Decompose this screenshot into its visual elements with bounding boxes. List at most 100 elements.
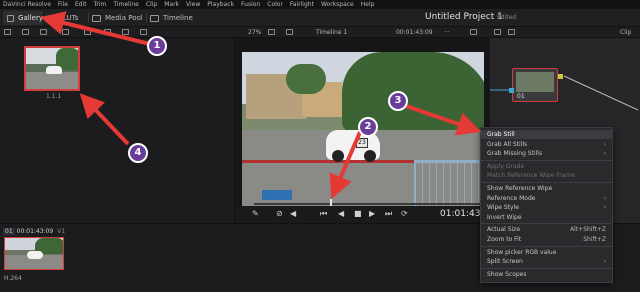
menu-item-timeline[interactable]: Timeline <box>113 0 139 9</box>
menu-item-workspace[interactable]: Workspace <box>321 0 354 9</box>
menu-item-show-reference-wipe[interactable]: Show Reference Wipe <box>481 184 612 193</box>
gallery-still-thumbnail[interactable] <box>24 46 80 91</box>
menu-item-grab-still[interactable]: Grab Still <box>481 130 612 139</box>
menu-item-label: Grab Still <box>487 131 515 138</box>
viewer-frame[interactable]: 23 <box>242 52 484 208</box>
timeline-button[interactable]: Timeline <box>150 11 193 25</box>
menu-item-playback[interactable]: Playback <box>207 0 234 9</box>
viewer-context-menu: Grab Still Grab All Stills › Grab Missing S… <box>480 127 613 283</box>
import-still-icon[interactable] <box>22 29 29 35</box>
menu-item-invert-wipe[interactable]: Invert Wipe <box>481 213 612 222</box>
menu-item-actual-size[interactable]: Actual Size Alt+Shift+Z <box>481 225 612 234</box>
menu-item-wipe-style[interactable]: Wipe Style › <box>481 203 612 212</box>
menu-item-clip[interactable]: Clip <box>146 0 157 9</box>
menu-item-mark[interactable]: Mark <box>164 0 179 9</box>
jump-end-icon[interactable]: ⏭ <box>385 209 392 219</box>
hand-icon[interactable] <box>508 29 515 35</box>
stop-icon[interactable]: ■ <box>354 209 362 219</box>
node-input-port[interactable] <box>509 88 514 93</box>
menu-item-fairlight[interactable]: Fairlight <box>290 0 314 9</box>
still-options-icon[interactable] <box>84 29 91 35</box>
menu-separator <box>481 267 612 269</box>
frame-road-sign <box>262 190 292 200</box>
media-pool-button[interactable]: Media Pool <box>92 11 143 25</box>
menu-item-zoom-to-fit[interactable]: Zoom to Fit Shift+Z <box>481 235 612 244</box>
viewer-timecode: 00:01:43:09 <box>396 29 433 36</box>
gallery-button[interactable]: Gallery <box>3 11 43 25</box>
frame-rally-car: 23 <box>326 130 380 162</box>
sort-icon[interactable] <box>122 29 129 35</box>
luts-icon <box>50 14 59 22</box>
menu-item-color[interactable]: Color <box>267 0 283 9</box>
menu-item-view[interactable]: View <box>186 0 200 9</box>
menu-item-grab-missing-stills[interactable]: Grab Missing Stills › <box>481 149 612 158</box>
list-view-icon[interactable] <box>62 29 69 35</box>
magic-wand-icon[interactable] <box>286 29 293 35</box>
audio-icon[interactable]: ◀ <box>290 209 296 219</box>
clip-timecode: 00:01:43:09 <box>16 228 54 235</box>
timeline-icon <box>150 14 159 22</box>
menu-item-label: Grab All Stills <box>487 140 528 148</box>
split-icon[interactable] <box>104 29 111 35</box>
chevron-right-icon: › <box>603 194 606 202</box>
menu-item-label: Grab Missing Stills <box>487 150 543 158</box>
menu-item-trim[interactable]: Trim <box>94 0 107 9</box>
loop-icon[interactable]: ⟳ <box>401 209 408 219</box>
highlight-icon[interactable] <box>470 29 477 35</box>
node-output-port[interactable] <box>558 74 563 79</box>
menu-item-grab-all-stills[interactable]: Grab All Stills › <box>481 140 612 149</box>
menu-item-show-scopes[interactable]: Show Scopes <box>481 270 612 279</box>
toolbar-divider <box>146 13 147 23</box>
toolbar-divider <box>46 13 47 23</box>
menu-item-file[interactable]: File <box>58 0 68 9</box>
menu-bar: DaVinci Resolve File Edit Trim Timeline … <box>0 0 640 9</box>
jump-start-icon[interactable]: ⏮ <box>320 209 327 219</box>
project-title: Untitled Project 1 <box>425 12 503 22</box>
menu-item-label: Show picker RGB value <box>487 248 557 256</box>
gallery-label: Gallery <box>18 14 43 22</box>
menu-item-fusion[interactable]: Fusion <box>241 0 260 9</box>
viewer-scrubber[interactable] <box>254 203 484 205</box>
color-picker-icon[interactable]: ✎ <box>252 209 259 219</box>
media-pool-icon <box>92 14 101 22</box>
menu-item-shortcut: Shift+Z <box>583 236 606 243</box>
clip-thumbnail[interactable] <box>4 237 64 270</box>
luts-button[interactable]: LUTs <box>50 11 78 25</box>
reverse-play-icon[interactable]: ◀ <box>338 209 344 219</box>
menu-item-edit[interactable]: Edit <box>75 0 87 9</box>
viewer-more-button[interactable]: ··· <box>444 28 450 37</box>
panel-toggle-icon[interactable] <box>4 29 11 35</box>
menu-item-label: Show Scopes <box>487 270 527 278</box>
luts-label: LUTs <box>63 14 79 22</box>
clip-track: V1 <box>57 228 66 235</box>
pointer-icon[interactable] <box>268 29 275 35</box>
car-wheel <box>364 150 376 162</box>
node-label: 01 <box>517 93 525 100</box>
zoom-dropdown[interactable]: 27% <box>248 28 261 37</box>
edited-status: Edited <box>497 14 517 21</box>
menu-item-label: Actual Size <box>487 226 521 234</box>
timeline-dropdown[interactable]: Timeline 1 <box>316 28 347 37</box>
menu-item-app[interactable]: DaVinci Resolve <box>3 0 51 9</box>
menu-item-show-picker-rgb-value[interactable]: Show picker RGB value <box>481 248 612 257</box>
menu-item-match-reference-wipe-frame: Match Reference Wipe Frame <box>481 171 612 180</box>
menu-item-split-screen[interactable]: Split Screen › <box>481 257 612 266</box>
menu-item-label: Show Reference Wipe <box>487 185 553 192</box>
node-01[interactable]: 01 <box>512 68 558 102</box>
menu-separator <box>481 223 612 225</box>
play-icon[interactable]: ▶ <box>369 209 375 219</box>
menu-item-help[interactable]: Help <box>361 0 375 9</box>
disable-icon[interactable]: ⊘ <box>276 209 283 219</box>
menu-item-label: Apply Grade <box>487 162 525 170</box>
node-mode-dropdown[interactable]: Clip <box>620 28 631 37</box>
menu-item-label: Zoom to Fit <box>487 236 522 243</box>
clip-number: 01 <box>3 228 15 235</box>
cursor-icon[interactable] <box>494 29 501 35</box>
menu-item-reference-mode[interactable]: Reference Mode › <box>481 194 612 203</box>
grid-view-icon[interactable] <box>40 29 47 35</box>
still-road <box>26 72 78 89</box>
size-icon[interactable] <box>140 29 147 35</box>
frame-trees <box>342 52 484 132</box>
menu-separator <box>481 159 612 161</box>
menu-separator <box>481 245 612 247</box>
